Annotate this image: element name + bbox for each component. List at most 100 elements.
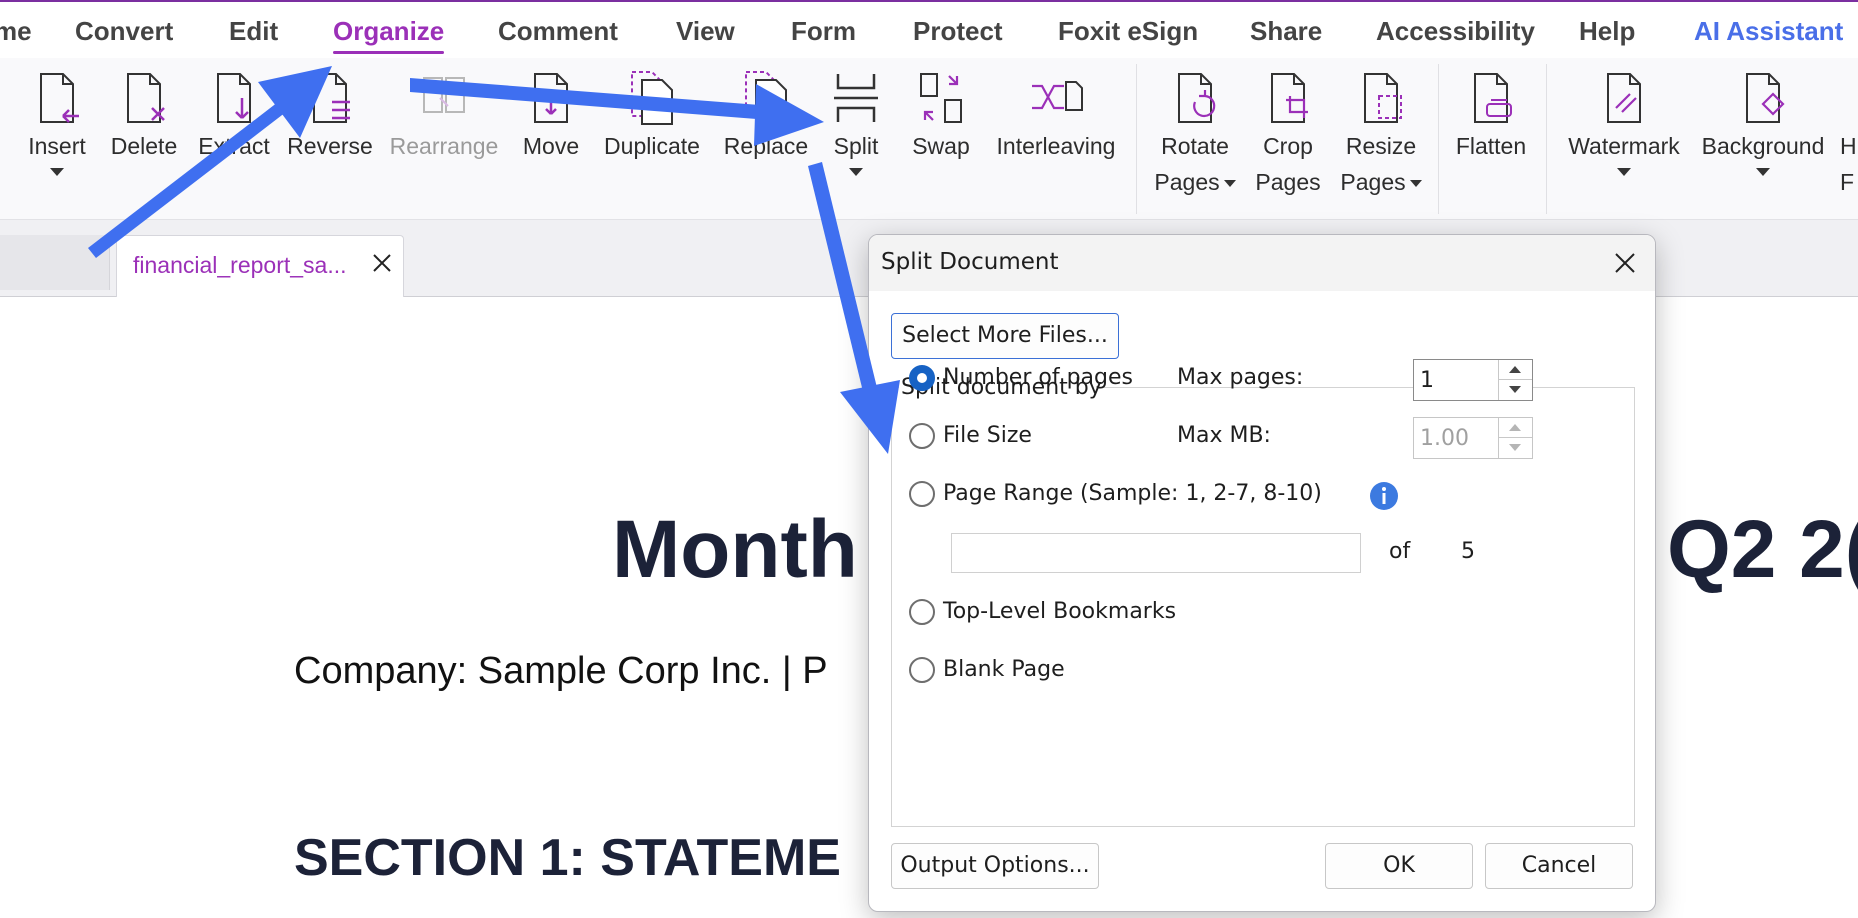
max-mb-stepper[interactable]: 1.00 — [1413, 417, 1533, 459]
max-pages-value[interactable]: 1 — [1420, 368, 1434, 393]
delete-page-icon — [127, 73, 165, 123]
split-label: Split — [833, 133, 879, 159]
flatten-button[interactable]: Flatten — [1452, 68, 1530, 164]
rotate-dropdown-caret[interactable] — [1223, 180, 1236, 188]
rearrange-pages-icon — [423, 77, 465, 113]
split-button[interactable]: Split — [826, 68, 886, 176]
flatten-label: Flatten — [1455, 133, 1527, 159]
delete-button[interactable]: Delete — [106, 68, 182, 164]
background-icon — [1746, 73, 1785, 123]
crop-pages-button[interactable]: Crop Pages — [1250, 68, 1326, 200]
duplicate-label: Duplicate — [604, 133, 700, 159]
ok-button[interactable]: OK — [1325, 843, 1473, 889]
watermark-dropdown-caret[interactable] — [1617, 168, 1631, 176]
ribbon-separator — [1136, 64, 1137, 214]
resize-pages-label-2: Pages — [1338, 164, 1424, 200]
header-footer-icon-partial — [1840, 68, 1858, 128]
menu-organize[interactable]: Organize — [333, 16, 445, 54]
rearrange-label: Rearrange — [389, 133, 499, 159]
reverse-button[interactable]: Reverse — [284, 68, 376, 164]
radio-button[interactable] — [909, 657, 935, 683]
dialog-title-bar: Split Document — [869, 235, 1655, 291]
menu-ai-assistant[interactable]: AI Assistant — [1694, 16, 1843, 47]
flatten-page-icon — [1474, 73, 1512, 123]
menu-help[interactable]: Help — [1579, 16, 1635, 47]
split-dropdown-caret[interactable] — [849, 168, 863, 176]
move-button[interactable]: Move — [516, 68, 586, 164]
split-document-icon — [834, 74, 878, 122]
replace-button[interactable]: Replace — [720, 68, 812, 164]
max-pages-stepper[interactable]: 1 — [1413, 359, 1533, 401]
dialog-title: Split Document — [881, 249, 1059, 275]
rotate-pages-button[interactable]: Rotate Pages — [1150, 68, 1240, 200]
resize-pages-button[interactable]: Resize Pages — [1338, 68, 1424, 200]
max-mb-label: Max MB: — [1177, 423, 1271, 448]
max-pages-arrows — [1498, 360, 1532, 400]
stepper-down-icon[interactable] — [1499, 380, 1532, 400]
interleaving-label: Interleaving — [996, 133, 1116, 159]
radio-button[interactable] — [909, 423, 935, 449]
insert-page-icon — [40, 73, 79, 123]
reverse-pages-icon — [313, 73, 350, 123]
interleave-pages-icon — [1032, 81, 1083, 111]
extract-button[interactable]: Extract — [196, 68, 272, 164]
insert-button[interactable]: Insert — [22, 68, 92, 176]
header-footer-label-1: H — [1840, 133, 1857, 159]
menu-home[interactable]: me — [0, 16, 32, 47]
menu-edit[interactable]: Edit — [229, 16, 278, 47]
of-label: of — [1389, 539, 1411, 564]
radio-file-size-label: File Size — [943, 423, 1032, 448]
swap-button[interactable]: Swap — [908, 68, 974, 164]
page-range-input[interactable] — [951, 533, 1361, 573]
radio-top-level-bookmarks-label: Top-Level Bookmarks — [943, 599, 1177, 624]
stepper-up-icon[interactable] — [1499, 418, 1532, 438]
menu-view[interactable]: View — [676, 16, 735, 47]
watermark-icon — [1607, 73, 1641, 123]
background-dropdown-caret[interactable] — [1756, 168, 1770, 176]
menu-foxit-esign[interactable]: Foxit eSign — [1058, 16, 1198, 47]
menu-convert[interactable]: Convert — [75, 16, 173, 47]
crop-pages-label-2: Pages — [1255, 169, 1321, 195]
max-mb-arrows — [1498, 418, 1532, 458]
header-footer-button-partial[interactable]: H F — [1840, 68, 1858, 200]
info-icon[interactable] — [1369, 481, 1399, 511]
menu-bar: me Convert Edit Organize Comment View Fo… — [0, 0, 1858, 58]
replace-page-icon — [745, 71, 787, 125]
resize-dropdown-caret[interactable] — [1409, 180, 1422, 188]
menu-share[interactable]: Share — [1250, 16, 1322, 47]
radio-button[interactable] — [909, 599, 935, 625]
stepper-up-icon[interactable] — [1499, 360, 1532, 380]
menu-form[interactable]: Form — [791, 16, 856, 47]
close-icon[interactable] — [369, 250, 395, 276]
select-more-files-button[interactable]: Select More Files... — [891, 313, 1119, 359]
tab-financial-report[interactable]: financial_report_sa... — [116, 235, 404, 297]
insert-dropdown-caret[interactable] — [50, 168, 64, 176]
menu-protect[interactable]: Protect — [913, 16, 1003, 47]
split-document-dialog: Split Document Select More Files... Spli… — [868, 234, 1656, 912]
output-options-button[interactable]: Output Options... — [891, 843, 1099, 889]
menu-comment[interactable]: Comment — [498, 16, 618, 47]
replace-label: Replace — [723, 133, 809, 159]
delete-label: Delete — [110, 133, 178, 159]
interleaving-button[interactable]: Interleaving — [990, 68, 1122, 164]
close-icon[interactable] — [1609, 247, 1641, 279]
ribbon-separator — [1546, 64, 1547, 214]
max-mb-value[interactable]: 1.00 — [1420, 426, 1469, 451]
cancel-button[interactable]: Cancel — [1485, 843, 1633, 889]
extract-label: Extract — [198, 133, 270, 159]
duplicate-button[interactable]: Duplicate — [600, 68, 704, 164]
radio-page-range-label: Page Range (Sample: 1, 2-7, 8-10) — [943, 481, 1322, 506]
watermark-button[interactable]: Watermark — [1560, 68, 1688, 176]
background-button[interactable]: Background — [1698, 68, 1828, 176]
swap-pages-icon — [920, 73, 962, 123]
resize-pages-label-1: Resize — [1345, 133, 1417, 159]
previous-tab-stub[interactable] — [0, 235, 110, 290]
menu-accessibility[interactable]: Accessibility — [1376, 16, 1535, 47]
rearrange-button[interactable]: Rearrange — [388, 68, 500, 164]
radio-button-selected[interactable] — [909, 365, 935, 391]
background-label: Background — [1701, 133, 1825, 159]
header-footer-label-2: F — [1840, 169, 1855, 195]
radio-button[interactable] — [909, 481, 935, 507]
total-pages-value: 5 — [1461, 539, 1475, 564]
stepper-down-icon[interactable] — [1499, 438, 1532, 458]
